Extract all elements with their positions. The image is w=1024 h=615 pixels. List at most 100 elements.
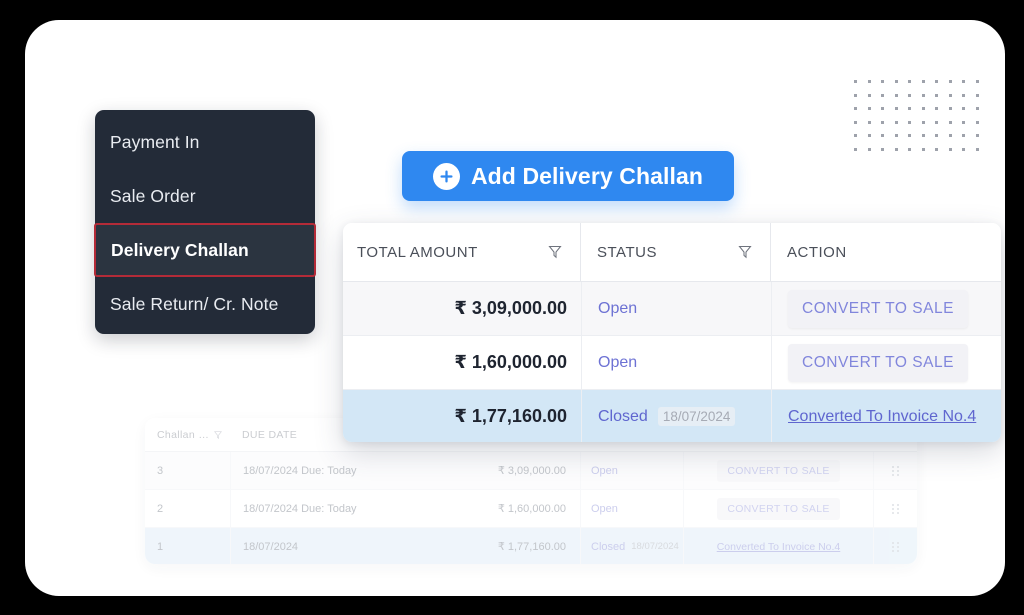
status-badge: Open (598, 299, 638, 317)
filter-icon[interactable] (548, 245, 562, 259)
status-badge: Open (598, 353, 638, 371)
grid-dot (921, 107, 925, 110)
cell-status: Closed 18/07/2024 (581, 390, 771, 442)
status-badge: Open (591, 464, 618, 477)
grid-dot (881, 80, 884, 83)
grid-dot (881, 93, 884, 97)
grid-dot (921, 147, 925, 151)
grid-dot (921, 134, 925, 137)
sidebar-item-sale-order[interactable]: Sale Order (95, 169, 315, 223)
grid-dot (908, 120, 911, 124)
grid-dot (935, 107, 938, 110)
convert-to-sale-button[interactable]: CONVERT TO SALE (717, 459, 840, 482)
dot-grid-decoration (854, 80, 989, 161)
status-date: 18/07/2024 (631, 541, 679, 552)
filter-icon[interactable] (738, 245, 752, 259)
convert-to-sale-button[interactable]: CONVERT TO SALE (717, 497, 840, 520)
grid-dot (881, 107, 884, 110)
cell-total-amount: ₹ 1,60,000.00 (454, 352, 567, 372)
filter-icon[interactable] (214, 430, 223, 439)
grid-dot (854, 80, 857, 83)
sidebar-item-label: Delivery Challan (111, 239, 249, 260)
cell-total-amount: ₹ 1,77,160.00 (454, 406, 567, 426)
grid-dot (854, 107, 857, 110)
grid-dot (962, 107, 965, 110)
sidebar-item-payment-in[interactable]: Payment In (95, 115, 315, 169)
grid-dot (935, 93, 938, 97)
grid-dot (935, 120, 938, 124)
grid-dot (894, 107, 898, 110)
grid-dot (881, 147, 884, 151)
table-row[interactable]: 3 18/07/2024 Due: Today ₹ 3,09,000.00 Open C… (145, 452, 917, 490)
sidebar-item-delivery-challan[interactable]: Delivery Challan (94, 223, 316, 277)
grid-dot (867, 147, 871, 151)
grid-dot (948, 80, 952, 83)
background-table-body: 3 18/07/2024 Due: Today ₹ 3,09,000.00 Open C… (145, 452, 917, 564)
grid-dot (962, 93, 965, 97)
bg-cell-challan-no: 1 (157, 540, 164, 553)
grid-dot (948, 134, 952, 137)
bg-cell-action: Converted To Invoice No.4 (683, 528, 873, 564)
grid-dot (908, 93, 911, 97)
bg-cell-due-date: 18/07/2024 Due: Today (230, 490, 438, 527)
grid-dot (962, 134, 965, 137)
bg-cell-status: Open (580, 490, 683, 527)
grid-dot (948, 147, 952, 151)
grid-dot (867, 120, 871, 124)
col-total-amount-label: TOTAL AMOUNT (357, 243, 478, 261)
table-row[interactable]: 2 18/07/2024 Due: Today ₹ 1,60,000.00 Open C… (145, 490, 917, 528)
convert-to-sale-button[interactable]: CONVERT TO SALE (788, 343, 968, 382)
grid-dot (962, 147, 965, 151)
table-row[interactable]: 1 18/07/2024 ₹ 1,77,160.00 Closed 18/07/2024… (145, 528, 917, 564)
bg-cell-amount: ₹ 1,60,000.00 (497, 503, 566, 515)
col-action: ACTION (787, 243, 847, 261)
bg-col-challan-no: Challan … (145, 429, 230, 441)
bg-cell-amount: ₹ 3,09,000.00 (497, 465, 566, 477)
grid-dot (894, 134, 898, 137)
grid-dot (867, 107, 871, 110)
bg-cell-due-date: 18/07/2024 (230, 528, 438, 564)
convert-to-sale-button[interactable]: CONVERT TO SALE (788, 289, 968, 328)
grid-dot (921, 80, 925, 83)
table-row[interactable]: ₹ 1,77,160.00 Closed 18/07/2024 Converted T… (343, 390, 1001, 442)
grid-dot (975, 147, 979, 151)
col-status-label: STATUS (597, 243, 657, 261)
grid-dot (921, 93, 925, 97)
grid-dot (962, 80, 965, 83)
table-row[interactable]: ₹ 3,09,000.00 Open CONVERT TO SALE (343, 282, 1001, 336)
grid-dot (908, 80, 911, 83)
grid-dot (894, 120, 898, 124)
drag-handle-icon[interactable] (891, 541, 900, 552)
status-badge: Open (591, 502, 618, 515)
grid-dot (948, 93, 952, 97)
cell-action: CONVERT TO SALE (771, 282, 1001, 335)
status-date: 18/07/2024 (657, 407, 736, 426)
cell-action: Converted To Invoice No.4 (771, 390, 1001, 442)
screenshot-stage: Payment In Sale Order Delivery Challan Sale… (0, 0, 1024, 615)
grid-dot (921, 120, 925, 124)
grid-dot (854, 147, 857, 151)
col-status: STATUS (581, 223, 771, 281)
bg-cell-action: CONVERT TO SALE (683, 490, 873, 527)
grid-dot (867, 134, 871, 137)
cell-action: CONVERT TO SALE (771, 336, 1001, 389)
status-badge: Closed (598, 407, 648, 425)
grid-dot (962, 120, 965, 124)
grid-dot (935, 147, 938, 151)
grid-dot (975, 120, 979, 124)
add-delivery-challan-button[interactable]: Add Delivery Challan (402, 151, 734, 201)
converted-invoice-link[interactable]: Converted To Invoice No.4 (788, 408, 976, 426)
grid-dot (867, 80, 871, 83)
grid-dot (894, 93, 898, 97)
converted-invoice-link[interactable]: Converted To Invoice No.4 (717, 541, 841, 553)
overlay-table-body: ₹ 3,09,000.00 Open CONVERT TO SALE ₹ 1,60,0… (343, 282, 1001, 442)
bg-cell-grip (873, 490, 917, 527)
sidebar-item-sale-return-cr-note[interactable]: Sale Return/ Cr. Note (95, 277, 315, 331)
bg-cell-amount: ₹ 1,77,160.00 (497, 541, 566, 553)
drag-handle-icon[interactable] (891, 465, 900, 476)
grid-dot (867, 93, 871, 97)
drag-handle-icon[interactable] (891, 503, 900, 514)
table-row[interactable]: ₹ 1,60,000.00 Open CONVERT TO SALE (343, 336, 1001, 390)
grid-dot (854, 134, 857, 137)
sidebar-menu: Payment In Sale Order Delivery Challan Sale… (94, 110, 316, 334)
